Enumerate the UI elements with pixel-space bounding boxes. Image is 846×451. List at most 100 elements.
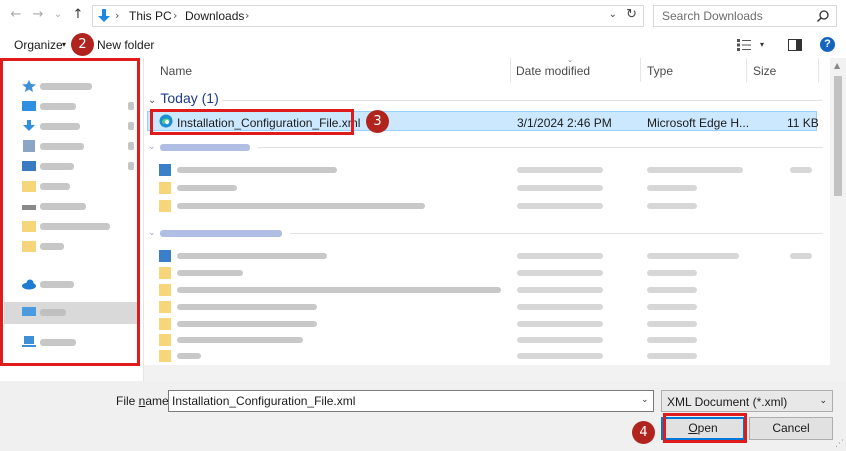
annotation-box-selected-file	[150, 109, 354, 135]
group-divider	[222, 100, 822, 101]
file-size-cell: 11 KB	[787, 116, 819, 130]
file-type-blurred	[647, 337, 697, 343]
file-type-blurred	[647, 270, 697, 276]
help-icon[interactable]: ?	[820, 37, 835, 52]
search-input[interactable]	[662, 9, 812, 23]
group-divider	[290, 233, 823, 234]
vertical-scrollbar[interactable]: ▲	[830, 58, 846, 381]
up-arrow-icon[interactable]: ↑	[70, 7, 86, 23]
file-type-blurred	[647, 253, 739, 259]
file-name-blurred	[177, 203, 425, 209]
folder-icon	[159, 267, 171, 279]
refresh-icon[interactable]: ↻	[626, 7, 637, 22]
column-header-name[interactable]: Name	[160, 64, 192, 78]
folder-icon	[159, 318, 171, 330]
column-header-type[interactable]: Type	[647, 64, 673, 78]
edge-xml-icon	[159, 250, 171, 262]
back-arrow-icon[interactable]: ←	[8, 7, 24, 23]
resize-grip-icon[interactable]: ⋰	[835, 439, 844, 449]
file-type-blurred	[647, 304, 697, 310]
recent-locations-icon[interactable]: ⌄	[50, 7, 66, 23]
breadcrumb-downloads[interactable]: Downloads	[185, 9, 244, 23]
file-name-label: File name:	[116, 394, 173, 408]
file-type-blurred	[647, 353, 697, 359]
search-icon[interactable]	[816, 9, 830, 23]
folder-icon	[159, 284, 171, 296]
file-type-blurred	[647, 287, 697, 293]
breadcrumb-separator: ›	[245, 9, 250, 22]
file-name-blurred	[177, 185, 237, 191]
group-header-blurred[interactable]: ⌄	[148, 140, 828, 152]
column-header-size[interactable]: Size	[753, 64, 776, 78]
file-name-input[interactable]	[168, 390, 654, 412]
annotation-box-open-button	[663, 413, 747, 443]
folder-icon	[159, 350, 171, 362]
file-name-blurred	[177, 253, 327, 259]
file-date-blurred	[517, 353, 603, 359]
new-folder-button[interactable]: New folder	[97, 38, 154, 52]
breadcrumb-this-pc[interactable]: This PC	[129, 9, 172, 23]
downloads-folder-icon	[98, 9, 110, 22]
file-size-blurred	[790, 167, 812, 173]
file-type-blurred	[647, 167, 743, 173]
file-date-blurred	[517, 321, 603, 327]
group-label-blurred	[160, 230, 282, 237]
folder-icon	[159, 182, 171, 194]
file-name-blurred	[177, 353, 201, 359]
scrollbar-thumb[interactable]	[834, 76, 842, 196]
column-separator[interactable]	[510, 58, 511, 82]
breadcrumb-separator: ›	[173, 9, 178, 22]
file-name-blurred	[177, 321, 317, 327]
group-label: Today (1)	[160, 90, 219, 106]
chevron-down-icon[interactable]: ⌄	[148, 95, 156, 106]
address-dropdown-icon[interactable]: ⌄	[609, 9, 617, 20]
annotation-marker-2: 2	[71, 33, 94, 56]
folder-icon	[159, 301, 171, 313]
group-label-blurred	[160, 144, 250, 151]
file-name-blurred	[177, 167, 337, 173]
file-date-blurred	[517, 167, 603, 173]
file-name-blurred	[177, 287, 501, 293]
annotation-marker-3: 3	[366, 110, 389, 133]
address-bar[interactable]: › This PC › Downloads › ⌄ ↻	[92, 5, 644, 27]
search-box[interactable]	[653, 5, 837, 27]
column-separator[interactable]	[746, 58, 747, 82]
file-date-blurred	[517, 270, 603, 276]
group-header-blurred[interactable]: ⌄	[148, 226, 828, 238]
file-type-blurred	[647, 321, 697, 327]
organize-caret-icon[interactable]: ▾	[62, 40, 66, 49]
column-header-date[interactable]: Date modified	[516, 64, 590, 78]
chevron-down-icon: ⌄	[148, 142, 156, 152]
file-name-blurred	[177, 304, 317, 310]
horizontal-scrollbar[interactable]	[144, 365, 830, 381]
file-name-dropdown-icon[interactable]: ⌄	[641, 395, 649, 405]
file-type-blurred	[647, 203, 697, 209]
scroll-up-icon[interactable]: ▲	[834, 61, 840, 70]
sort-indicator-icon: ⌄	[567, 56, 573, 64]
file-date-blurred	[517, 203, 603, 209]
group-divider	[258, 147, 823, 148]
annotation-marker-4: 4	[632, 421, 655, 444]
change-view-icon[interactable]	[737, 39, 751, 51]
group-header-today[interactable]: ⌄ Today (1)	[148, 90, 219, 106]
folder-icon	[159, 334, 171, 346]
file-date-blurred	[517, 253, 603, 259]
forward-arrow-icon[interactable]: →	[30, 7, 46, 23]
column-separator[interactable]	[818, 58, 819, 82]
file-date-blurred	[517, 185, 603, 191]
file-date-blurred	[517, 287, 603, 293]
address-row: ← → ⌄ ↑ › This PC › Downloads › ⌄ ↻	[0, 0, 846, 32]
file-date-cell: 3/1/2024 2:46 PM	[517, 116, 612, 130]
preview-pane-icon[interactable]	[788, 39, 802, 51]
column-separator[interactable]	[640, 58, 641, 82]
organize-button[interactable]: Organize	[14, 38, 63, 52]
file-type-select[interactable]: XML Document (*.xml) ⌄	[661, 390, 833, 412]
file-type-cell: Microsoft Edge H...	[647, 116, 750, 130]
cancel-button[interactable]: Cancel	[749, 417, 833, 440]
command-bar: Organize ▾ New folder ▾ ?	[0, 32, 846, 58]
file-date-blurred	[517, 304, 603, 310]
file-name-blurred	[177, 270, 243, 276]
file-size-blurred	[790, 253, 812, 259]
view-caret-icon[interactable]: ▾	[760, 40, 764, 49]
file-name-blurred	[177, 337, 303, 343]
